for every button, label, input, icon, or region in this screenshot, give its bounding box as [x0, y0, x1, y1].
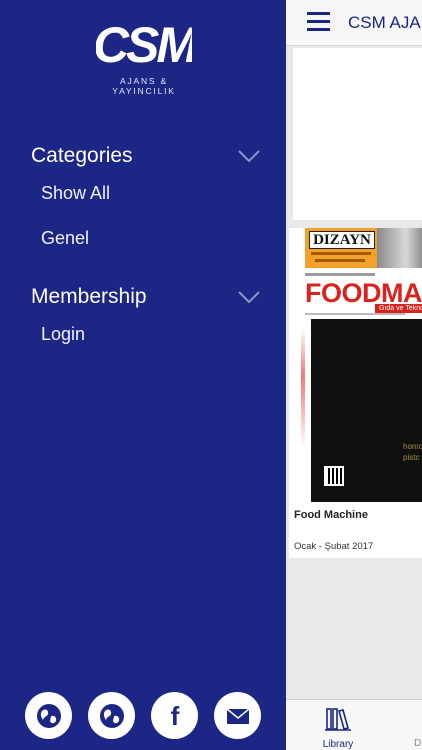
cover-image: homog pistc: [311, 319, 422, 502]
svg-text:f: f: [170, 702, 179, 730]
hamburger-menu-icon[interactable]: [307, 12, 330, 31]
tab-bar: Library D: [286, 699, 422, 750]
cover-band: Gıda ve Tekno: [375, 304, 422, 313]
magazine-cover[interactable]: DIZAYN FOODMAC Gıda ve Tekno homog pistc: [295, 228, 422, 504]
top-bar: CSM AJA: [286, 0, 422, 46]
ad-photo: [377, 228, 422, 268]
menu-item-genel[interactable]: Genel: [41, 227, 261, 249]
magazine-card-placeholder[interactable]: [293, 48, 422, 220]
categories-header[interactable]: Categories: [31, 142, 261, 170]
logo-subtitle: AJANS & YAYINCILIK: [112, 76, 176, 96]
magazine-name: Food Machine: [294, 509, 368, 521]
social-links: f: [25, 692, 261, 739]
chevron-down-icon[interactable]: [237, 290, 261, 304]
main-content: CSM AJA DIZAYN FOODMAC Gıda ve Tekno hom…: [286, 0, 422, 750]
magazine-card[interactable]: DIZAYN FOODMAC Gıda ve Tekno homog pistc…: [289, 228, 422, 558]
app-title: CSM AJA: [348, 13, 421, 32]
navigation-drawer: CSM AJANS & YAYINCILIK Categories Show A…: [0, 0, 286, 750]
website-button[interactable]: [25, 692, 72, 739]
cover-ad: DIZAYN: [305, 228, 422, 268]
cover-text: homog pistc: [403, 442, 422, 462]
mail-icon: [226, 707, 249, 724]
csm-logo-mark: CSM: [93, 17, 202, 73]
menu-item-show-all[interactable]: Show All: [41, 182, 261, 204]
facebook-icon: f: [170, 702, 179, 730]
categories-title: Categories: [31, 144, 133, 167]
magazine-date: Ocak - Şubat 2017: [294, 541, 374, 552]
csm-logo: CSM AJANS & YAYINCILIK: [93, 12, 202, 96]
tab-library[interactable]: Library: [312, 706, 364, 750]
website-button-2[interactable]: [88, 692, 135, 739]
qr-code: [324, 466, 344, 486]
membership-header[interactable]: Membership: [31, 283, 261, 311]
globe-icon: [99, 703, 124, 728]
ad-brand-logo: DIZAYN: [309, 231, 375, 249]
library-icon: [325, 708, 351, 731]
tab-library-label: Library: [322, 739, 354, 750]
facebook-button[interactable]: f: [151, 692, 198, 739]
chevron-down-icon[interactable]: [237, 149, 261, 163]
categories-section: Categories Show All Genel: [31, 142, 261, 249]
menu-item-login[interactable]: Login: [41, 323, 261, 345]
globe-icon: [36, 703, 61, 728]
tab-second-label[interactable]: D: [414, 738, 421, 749]
membership-title: Membership: [31, 285, 147, 308]
svg-text:CSM: CSM: [96, 17, 192, 73]
membership-section: Membership Login: [31, 283, 261, 345]
mail-button[interactable]: [214, 692, 261, 739]
